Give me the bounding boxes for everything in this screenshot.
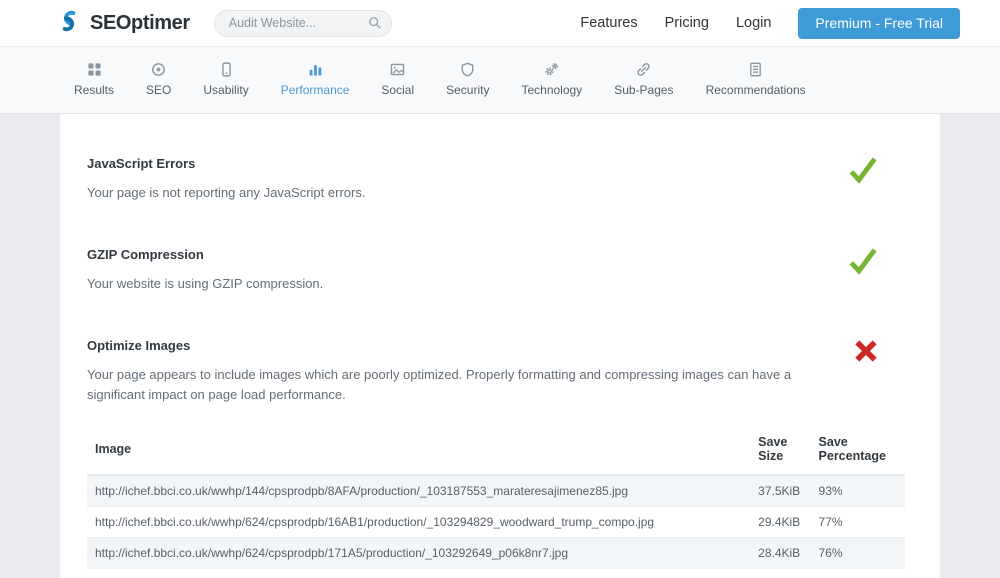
tab-sub-pages[interactable]: Sub-Pages	[598, 60, 689, 99]
mobile-icon	[219, 62, 234, 77]
column-header-save-percentage: Save Percentage	[811, 424, 905, 475]
table-header-row: Image Save Size Save Percentage	[87, 424, 905, 475]
save-percentage-cell: 68%	[811, 568, 905, 578]
report-tabbar: Results SEO Usability Performance	[0, 46, 1000, 114]
logo[interactable]: SEOptimer	[55, 7, 190, 40]
tab-label: Recommendations	[706, 83, 806, 97]
save-percentage-cell: 77%	[811, 506, 905, 537]
image-url-cell: http://ichef.bbci.co.uk/wwhp/624/cpsprod…	[87, 537, 750, 568]
header-nav: Features Pricing Login Premium - Free Tr…	[580, 8, 960, 39]
target-icon	[151, 62, 166, 77]
shield-icon	[460, 62, 475, 77]
table-row: http://ichef.bbci.co.uk/wwhp/624/cpsprod…	[87, 506, 905, 537]
tab-recommendations[interactable]: Recommendations	[690, 60, 822, 99]
section-description: Your website is using GZIP compression.	[87, 274, 815, 294]
logo-text: SEOptimer	[90, 12, 190, 35]
tab-label: Results	[74, 83, 114, 97]
table-row: http://ichef.bbci.co.uk/wwhp/304/ibroadc…	[87, 568, 905, 578]
save-percentage-cell: 76%	[811, 537, 905, 568]
tab-label: Social	[381, 83, 414, 97]
section-title: JavaScript Errors	[87, 156, 815, 171]
search-icon	[368, 16, 382, 30]
tab-label: Technology	[521, 83, 582, 97]
section-title: Optimize Images	[87, 338, 815, 353]
report-card: JavaScript Errors Your page is not repor…	[60, 114, 940, 578]
column-header-image: Image	[87, 424, 750, 475]
nav-login[interactable]: Login	[736, 15, 771, 31]
tab-label: Security	[446, 83, 489, 97]
tab-label: Sub-Pages	[614, 83, 673, 97]
nav-features[interactable]: Features	[580, 15, 637, 31]
nav-pricing[interactable]: Pricing	[665, 15, 709, 31]
image-url-cell: http://ichef.bbci.co.uk/wwhp/144/cpsprod…	[87, 475, 750, 507]
premium-free-trial-button[interactable]: Premium - Free Trial	[798, 8, 960, 39]
optimize-images-table: Image Save Size Save Percentage http://i…	[87, 424, 905, 578]
image-url-cell: http://ichef.bbci.co.uk/wwhp/304/ibroadc…	[87, 568, 750, 578]
save-size-cell: 37.5KiB	[750, 475, 810, 507]
document-icon	[748, 62, 763, 77]
save-size-cell: 28KiB	[750, 568, 810, 578]
pass-check-icon	[847, 247, 879, 275]
section-gzip-compression: GZIP Compression Your website is using G…	[87, 247, 905, 294]
table-row: http://ichef.bbci.co.uk/wwhp/624/cpsprod…	[87, 537, 905, 568]
pass-check-icon	[847, 156, 879, 184]
tab-performance[interactable]: Performance	[265, 60, 366, 99]
save-size-cell: 29.4KiB	[750, 506, 810, 537]
tab-label: Performance	[281, 83, 350, 97]
save-size-cell: 28.4KiB	[750, 537, 810, 568]
save-percentage-cell: 93%	[811, 475, 905, 507]
section-description: Your page appears to include images whic…	[87, 365, 815, 405]
tab-seo[interactable]: SEO	[130, 60, 187, 99]
gears-icon	[544, 62, 559, 77]
header: SEOptimer Features Pricing Login Premium…	[0, 0, 1000, 46]
section-optimize-images: Optimize Images Your page appears to inc…	[87, 338, 905, 405]
audit-search-input[interactable]	[214, 10, 392, 37]
link-icon	[636, 62, 651, 77]
tab-results[interactable]: Results	[58, 60, 130, 99]
section-title: GZIP Compression	[87, 247, 815, 262]
fail-cross-icon	[853, 338, 879, 364]
tab-social[interactable]: Social	[365, 60, 430, 99]
section-description: Your page is not reporting any JavaScrip…	[87, 183, 815, 203]
bar-chart-icon	[308, 62, 323, 77]
audit-search-box	[214, 10, 392, 37]
seoptimer-logo-icon	[55, 7, 83, 40]
tab-technology[interactable]: Technology	[505, 60, 598, 99]
tab-usability[interactable]: Usability	[187, 60, 264, 99]
tab-security[interactable]: Security	[430, 60, 505, 99]
section-javascript-errors: JavaScript Errors Your page is not repor…	[87, 156, 905, 203]
column-header-save-size: Save Size	[750, 424, 810, 475]
table-row: http://ichef.bbci.co.uk/wwhp/144/cpsprod…	[87, 475, 905, 507]
image-url-cell: http://ichef.bbci.co.uk/wwhp/624/cpsprod…	[87, 506, 750, 537]
tab-label: SEO	[146, 83, 171, 97]
photo-icon	[390, 62, 405, 77]
tab-label: Usability	[203, 83, 248, 97]
grid-icon	[87, 62, 102, 77]
